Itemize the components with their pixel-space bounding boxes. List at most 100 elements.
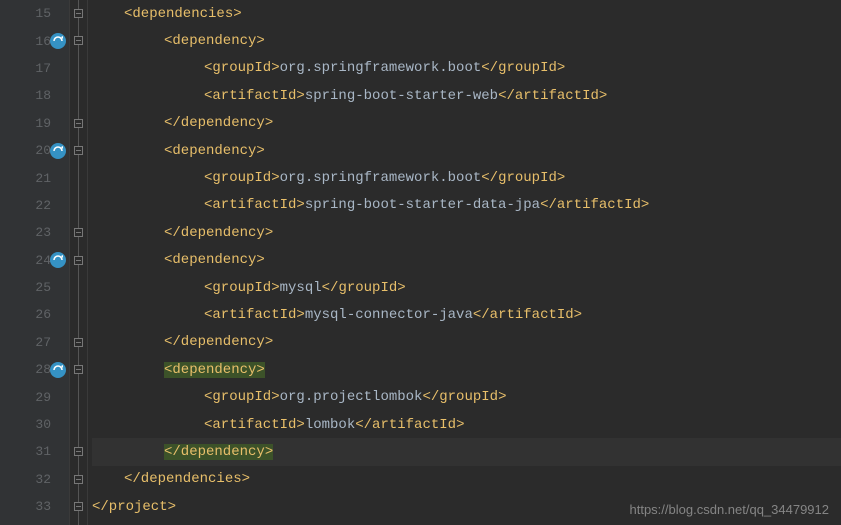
gutter-line[interactable]: 33 (0, 493, 69, 520)
xml-tag: </dependency> (164, 225, 273, 241)
line-number: 30 (35, 417, 51, 432)
xml-tag: </dependency> (164, 115, 273, 131)
gutter-line[interactable]: 19 (0, 110, 69, 137)
code-line[interactable]: <dependency> (92, 27, 841, 54)
xml-text: mysql-connector-java (305, 307, 473, 323)
maven-dependency-icon[interactable] (49, 251, 67, 269)
line-number: 33 (35, 499, 51, 514)
maven-dependency-icon[interactable] (49, 361, 67, 379)
gutter-line[interactable]: 29 (0, 383, 69, 410)
line-number: 29 (35, 390, 51, 405)
fold-toggle-icon[interactable] (74, 228, 83, 237)
xml-tag: </artifactId> (473, 307, 582, 323)
xml-tag: </dependencies> (124, 471, 250, 487)
xml-text: org.springframework.boot (280, 60, 482, 76)
code-line[interactable]: <artifactId>lombok</artifactId> (92, 411, 841, 438)
gutter-line[interactable]: 22 (0, 192, 69, 219)
xml-tag: <groupId> (204, 280, 280, 296)
watermark: https://blog.csdn.net/qq_34479912 (630, 502, 830, 517)
fold-toggle-icon[interactable] (74, 502, 83, 511)
gutter-line[interactable]: 28 (0, 356, 69, 383)
xml-text: mysql (280, 280, 322, 296)
code-line[interactable]: <dependencies> (92, 0, 841, 27)
xml-tag: </groupId> (322, 280, 406, 296)
fold-toggle-icon[interactable] (74, 447, 83, 456)
code-area[interactable]: <dependencies><dependency><groupId>org.s… (88, 0, 841, 525)
xml-tag: </groupId> (422, 389, 506, 405)
code-line[interactable]: <groupId>org.springframework.boot</group… (92, 55, 841, 82)
gutter-line[interactable]: 26 (0, 301, 69, 328)
code-line[interactable]: <dependency> (92, 356, 841, 383)
gutter-line[interactable]: 18 (0, 82, 69, 109)
fold-toggle-icon[interactable] (74, 256, 83, 265)
gutter-line[interactable]: 31 (0, 438, 69, 465)
xml-tag: </groupId> (481, 60, 565, 76)
gutter-line[interactable]: 16 (0, 27, 69, 54)
code-line[interactable]: <groupId>mysql</groupId> (92, 274, 841, 301)
gutter-line[interactable]: 20 (0, 137, 69, 164)
xml-tag: <dependency> (164, 252, 265, 268)
code-line[interactable]: <artifactId>mysql-connector-java</artifa… (92, 301, 841, 328)
xml-tag: </project> (92, 499, 176, 515)
xml-tag: <artifactId> (204, 307, 305, 323)
xml-text: lombok (305, 417, 355, 433)
gutter-line[interactable]: 23 (0, 219, 69, 246)
xml-text: spring-boot-starter-data-jpa (305, 197, 540, 213)
fold-toggle-icon[interactable] (74, 9, 83, 18)
gutter-line[interactable]: 30 (0, 411, 69, 438)
fold-toggle-icon[interactable] (74, 36, 83, 45)
code-line[interactable]: </dependency> (92, 329, 841, 356)
xml-text: org.springframework.boot (280, 170, 482, 186)
fold-toggle-icon[interactable] (74, 475, 83, 484)
xml-text: org.projectlombok (280, 389, 423, 405)
line-number: 27 (35, 335, 51, 350)
fold-toggle-icon[interactable] (74, 119, 83, 128)
code-line[interactable]: <artifactId>spring-boot-starter-web</art… (92, 82, 841, 109)
code-line[interactable]: <groupId>org.projectlombok</groupId> (92, 383, 841, 410)
code-line[interactable]: <artifactId>spring-boot-starter-data-jpa… (92, 192, 841, 219)
code-editor: 15 16 17 18 19 20 21 222324 25 26 27 28 29 30 31 32 33 <… (0, 0, 841, 525)
line-number: 21 (35, 171, 51, 186)
line-number: 32 (35, 472, 51, 487)
gutter-line[interactable]: 21 (0, 164, 69, 191)
gutter-line[interactable]: 25 (0, 274, 69, 301)
line-number: 25 (35, 280, 51, 295)
maven-dependency-icon[interactable] (49, 32, 67, 50)
line-number: 18 (35, 88, 51, 103)
line-number: 17 (35, 61, 51, 76)
code-line[interactable]: </dependency> (92, 438, 841, 465)
xml-tag: </artifactId> (498, 88, 607, 104)
code-line[interactable]: <dependency> (92, 137, 841, 164)
xml-tag: <groupId> (204, 389, 280, 405)
xml-tag: </artifactId> (355, 417, 464, 433)
xml-tag: <groupId> (204, 170, 280, 186)
gutter-line[interactable]: 32 (0, 466, 69, 493)
xml-tag: <artifactId> (204, 88, 305, 104)
gutter-line[interactable]: 15 (0, 0, 69, 27)
gutter-line[interactable]: 27 (0, 329, 69, 356)
code-line[interactable]: <groupId>org.springframework.boot</group… (92, 164, 841, 191)
fold-toggle-icon[interactable] (74, 365, 83, 374)
fold-toggle-icon[interactable] (74, 338, 83, 347)
fold-column (70, 0, 88, 525)
maven-dependency-icon[interactable] (49, 142, 67, 160)
line-number: 19 (35, 116, 51, 131)
line-number: 31 (35, 444, 51, 459)
code-line[interactable]: <dependency> (92, 247, 841, 274)
line-number: 26 (35, 307, 51, 322)
code-line[interactable]: </dependencies> (92, 466, 841, 493)
xml-tag: </artifactId> (540, 197, 649, 213)
line-number: 15 (35, 6, 51, 21)
code-line[interactable]: </dependency> (92, 110, 841, 137)
xml-tag: </dependency> (164, 334, 273, 350)
xml-text: spring-boot-starter-web (305, 88, 498, 104)
xml-tag: <artifactId> (204, 197, 305, 213)
code-line[interactable]: </dependency> (92, 219, 841, 246)
fold-toggle-icon[interactable] (74, 146, 83, 155)
xml-tag: <dependency> (164, 33, 265, 49)
gutter-line[interactable]: 17 (0, 55, 69, 82)
xml-tag: <dependency> (164, 143, 265, 159)
gutter-line[interactable]: 24 (0, 247, 69, 274)
gutter: 15 16 17 18 19 20 21 222324 25 26 27 28 29 30 31 32 33 (0, 0, 70, 525)
xml-tag: <dependency> (164, 362, 265, 378)
